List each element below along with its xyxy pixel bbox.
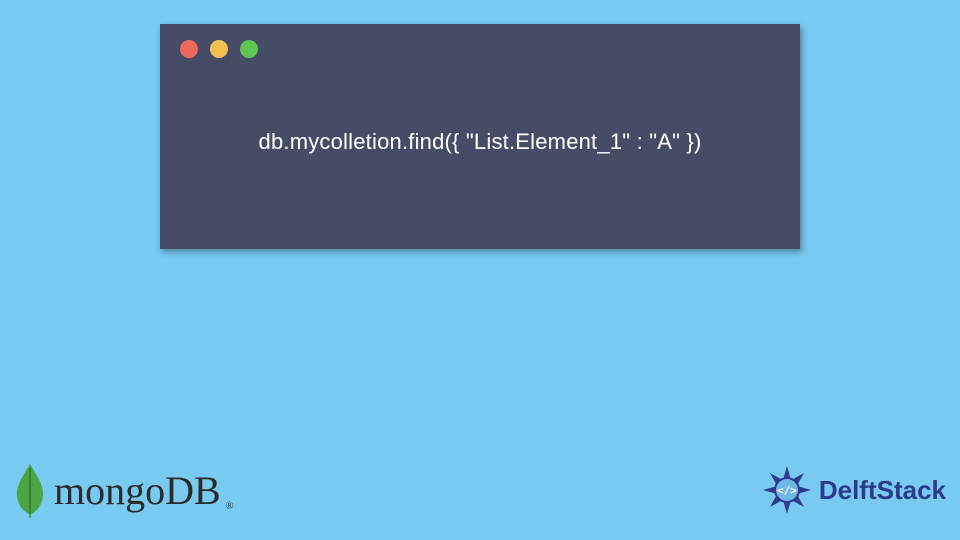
delftstack-badge-icon: </> — [761, 464, 813, 516]
mongodb-registered-mark: ® — [226, 501, 234, 512]
mongodb-logo: mongoDB ® — [14, 462, 233, 518]
code-window: db.mycolletion.find({ "List.Element_1" :… — [160, 24, 800, 249]
code-area: db.mycolletion.find({ "List.Element_1" :… — [160, 24, 800, 249]
code-line: db.mycolletion.find({ "List.Element_1" :… — [259, 129, 702, 155]
delftstack-logo: </> DelftStack — [761, 464, 946, 516]
mongodb-wordmark: mongoDB — [54, 467, 221, 514]
svg-text:</>: </> — [777, 484, 797, 497]
mongodb-leaf-icon — [14, 462, 46, 518]
delftstack-wordmark: DelftStack — [819, 475, 946, 506]
